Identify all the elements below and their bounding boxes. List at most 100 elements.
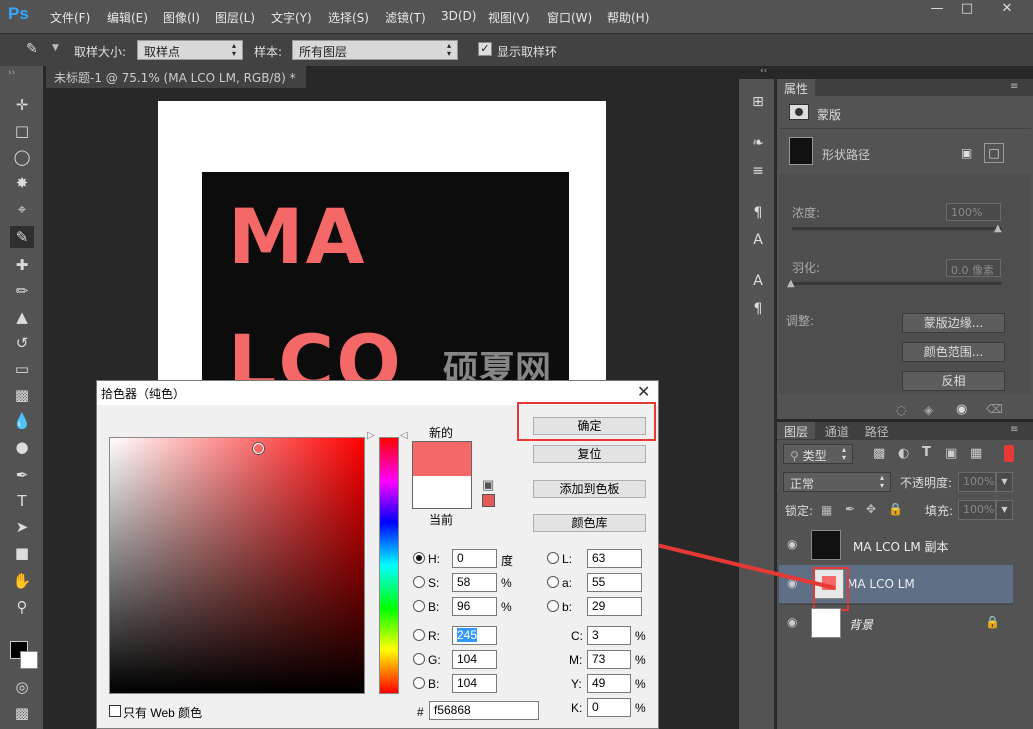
move-tool-icon[interactable]: ✛ — [10, 94, 34, 116]
y-input[interactable]: 49 — [587, 674, 631, 693]
filter-toggle[interactable] — [1004, 445, 1014, 462]
menu-3d[interactable]: 3D(D) — [441, 9, 476, 23]
sample-layers-select[interactable]: 所有图层 — [292, 40, 458, 60]
maximize-icon[interactable]: □ — [953, 2, 981, 18]
hex-input[interactable]: f56868 — [429, 701, 539, 720]
quick-select-tool-icon[interactable]: ✸ — [10, 172, 34, 194]
density-slider[interactable] — [792, 227, 1002, 230]
layer-name[interactable]: MA LCO LM 副本 — [853, 538, 949, 555]
web-colors-checkbox[interactable] — [109, 705, 121, 717]
load-selection-icon[interactable]: ◌ — [896, 403, 906, 417]
menu-filter[interactable]: 滤镜(T) — [385, 9, 426, 26]
invert-button[interactable]: 反相 — [902, 371, 1005, 391]
density-slider-thumb[interactable]: ▲ — [994, 223, 1002, 234]
lab-b-input[interactable]: 29 — [587, 597, 642, 616]
brush-panel-icon[interactable]: ❧ — [747, 132, 769, 154]
history-panel-icon[interactable]: ⊞ — [747, 91, 769, 113]
menu-window[interactable]: 窗口(W) — [547, 9, 592, 26]
background-color-swatch[interactable] — [20, 651, 38, 669]
healing-brush-tool-icon[interactable]: ✚ — [10, 254, 34, 276]
layers-menu-icon[interactable]: ≡ — [1010, 424, 1018, 435]
layer-name[interactable]: MA LCO LM — [847, 577, 915, 591]
filter-pixel-icon[interactable]: ▩ — [873, 446, 885, 461]
zoom-tool-icon[interactable]: ⚲ — [10, 596, 34, 618]
l-radio[interactable] — [547, 552, 559, 564]
dodge-tool-icon[interactable]: ● — [10, 436, 34, 458]
pixel-mask-icon[interactable] — [789, 104, 809, 120]
g-input[interactable]: 104 — [452, 650, 497, 669]
lock-all-icon[interactable]: 🔒 — [888, 502, 903, 516]
filter-adjustment-icon[interactable]: ◐ — [898, 446, 909, 461]
l-input[interactable]: 63 — [587, 549, 642, 568]
history-brush-tool-icon[interactable]: ↺ — [10, 332, 34, 354]
opacity-field[interactable]: 100% — [958, 472, 996, 492]
h-radio[interactable] — [413, 552, 425, 564]
a-input[interactable]: 55 — [587, 573, 642, 592]
pen-tool-icon[interactable]: ✒ — [10, 464, 34, 486]
k-input[interactable]: 0 — [587, 698, 631, 717]
menu-edit[interactable]: 编辑(E) — [107, 9, 148, 26]
type-tool-icon[interactable]: T — [10, 490, 34, 512]
brightness-radio[interactable] — [413, 600, 425, 612]
tab-channels[interactable]: 通道 — [819, 424, 855, 440]
filter-shape-icon[interactable]: ▣ — [945, 446, 957, 461]
menu-type[interactable]: 文字(Y) — [271, 9, 312, 26]
document-tab[interactable]: 未标题-1 @ 75.1% (MA LCO LM, RGB/8) * × — [46, 66, 306, 100]
minimize-icon[interactable]: — — [923, 2, 951, 18]
eyedropper-tool-icon[interactable]: ✎ — [10, 226, 34, 248]
layer-row[interactable]: ◉ 背景 🔒 — [779, 604, 1013, 642]
out-of-gamut-swatch[interactable] — [482, 494, 495, 507]
hand-tool-icon[interactable]: ✋ — [10, 570, 34, 592]
reset-button[interactable]: 复位 — [533, 445, 646, 463]
color-range-button[interactable]: 颜色范围... — [902, 342, 1005, 362]
screen-mode-icon[interactable]: ▩ — [10, 702, 34, 724]
rectangle-tool-icon[interactable]: ■ — [10, 542, 34, 564]
feather-slider[interactable] — [792, 282, 1002, 285]
menu-image[interactable]: 图像(I) — [163, 9, 200, 26]
panel-menu-icon[interactable]: ≡ — [1010, 81, 1018, 92]
hue-slider-right-arrow[interactable]: ◁ — [400, 430, 408, 441]
blend-mode-select[interactable]: 正常 — [783, 472, 891, 492]
eraser-tool-icon[interactable]: ▭ — [10, 358, 34, 380]
r-input[interactable]: 245 — [452, 626, 497, 645]
color-picker-cursor[interactable] — [253, 443, 264, 454]
add-to-swatches-button[interactable]: 添加到色板 — [533, 480, 646, 498]
s-radio[interactable] — [413, 576, 425, 588]
hue-slider[interactable] — [379, 437, 399, 694]
add-mask-icon[interactable]: ▣ — [961, 146, 979, 162]
lock-pixels-icon[interactable]: ✒ — [845, 502, 855, 516]
apply-mask-icon[interactable]: ◈ — [924, 403, 933, 417]
c-input[interactable]: 3 — [587, 626, 631, 645]
density-field[interactable]: 100% — [946, 203, 1001, 221]
path-select-tool-icon[interactable]: ➤ — [10, 516, 34, 538]
adjustments-panel-icon[interactable]: ≡ — [747, 160, 769, 182]
current-color-swatch[interactable] — [413, 476, 471, 508]
filter-type-icon[interactable]: T — [922, 445, 931, 460]
tab-layers[interactable]: 图层 — [777, 422, 816, 439]
delete-mask-icon[interactable]: ⌫ — [986, 402, 1003, 416]
eyedropper-icon[interactable]: ✎ — [26, 41, 38, 57]
brightness-input[interactable]: 96 — [452, 597, 497, 616]
saturation-brightness-field[interactable] — [109, 437, 365, 694]
layer-name[interactable]: 背景 — [849, 616, 873, 633]
tab-properties[interactable]: 属性 — [777, 79, 816, 96]
lab-b-radio[interactable] — [547, 600, 559, 612]
s-input[interactable]: 58 — [452, 573, 497, 592]
paragraph-style-icon[interactable]: ¶ — [747, 202, 769, 224]
show-ring-checkbox[interactable]: ✓ — [478, 42, 492, 56]
clone-stamp-tool-icon[interactable]: ▲ — [10, 306, 34, 328]
quick-mask-icon[interactable]: ◎ — [10, 676, 34, 698]
close-icon[interactable]: ✕ — [637, 382, 650, 402]
menu-layer[interactable]: 图层(L) — [215, 9, 255, 26]
menu-view[interactable]: 视图(V) — [488, 9, 530, 26]
crop-tool-icon[interactable]: ⌖ — [10, 198, 34, 220]
color-library-button[interactable]: 颜色库 — [533, 514, 646, 532]
paragraph-panel-icon[interactable]: ¶ — [747, 298, 769, 320]
filter-kind-select[interactable]: ⚲ 类型 — [783, 444, 853, 464]
feather-field[interactable]: 0.0 像素 — [946, 259, 1001, 277]
fill-field[interactable]: 100% — [958, 500, 996, 520]
fill-dropdown-icon[interactable]: ▼ — [996, 500, 1013, 520]
opacity-dropdown-icon[interactable]: ▼ — [996, 472, 1013, 492]
blue-input[interactable]: 104 — [452, 674, 497, 693]
filter-smart-object-icon[interactable]: ▦ — [970, 446, 982, 461]
